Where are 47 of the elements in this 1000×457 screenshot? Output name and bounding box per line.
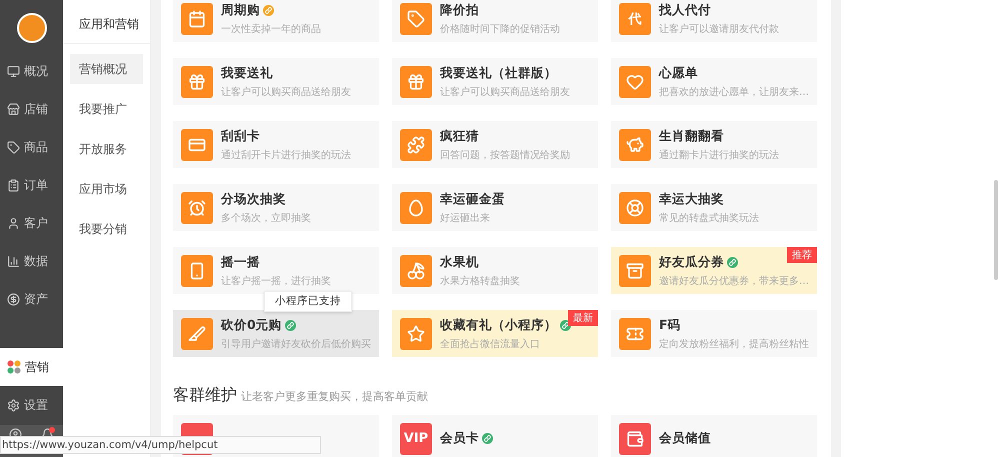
app-description: 一次性卖掉一年的商品 [221,22,321,36]
app-description: 常见的转盘式抽奖玩法 [659,212,759,224]
app-description: 价格随时间下降的促销活动 [440,22,560,36]
app-title: 我要送礼 [221,64,273,82]
app-description: 引导用户邀请好友砍价后低价购买 [221,338,371,350]
section-title: 客群维护 [173,385,237,406]
link-url-tooltip: https://www.youzan.com/v4/ump/helpcut [0,436,321,454]
app-description: 通过翻卡片进行抽奖的玩法 [659,148,779,162]
app-title: 水果机 [440,254,479,270]
icon-glyph: 代 [628,10,642,28]
app-description: 好运砸出来 [440,212,491,224]
app-description: 让客户可以购买商品送给朋友 [440,86,570,98]
app-title: 幸运砸金蛋 [440,190,505,208]
app-title: F码 [659,316,681,334]
app-title: 周期购 [221,2,260,18]
app-title: 我要送礼（社群版） [440,64,557,82]
corner-badge: 推荐 [787,247,817,263]
app-title: 刮刮卡 [221,128,260,144]
app-description: 让客户可以购买商品送给朋友 [221,86,351,98]
section-subtitle: 让老客户更多重复购买，提高客单贡献 [241,389,428,404]
app-description: 多个场次，立即抽奖 [221,212,311,224]
app-title: 幸运大抽奖 [659,190,724,208]
app-title: 降价拍 [440,2,479,18]
app-title: 摇一摇 [221,254,260,270]
app-title: 疯狂猜 [440,128,479,144]
app-description: 把喜欢的放进心愿单，让朋友来… [659,86,809,98]
tooltip: 小程序已支持 [264,291,352,312]
app-description: 水果方格转盘抽奖 [440,274,520,288]
app-title: 砍价0元购 [221,316,282,334]
app-title: 分场次抽奖 [221,190,286,208]
app-description: 让客户可以邀请朋友代付款 [659,22,779,36]
app-description: 让客户摇一摇，进行抽奖 [221,274,331,288]
app-title: 找人代付 [659,2,711,18]
app-description: 回答问题，按答题情况给奖励 [440,148,570,162]
app-title: 生肖翻翻看 [659,128,724,144]
subnav-title: 应用和营销 [63,0,150,44]
app-title: 会员储值 [659,430,711,447]
app-description: 通过刮开卡片进行抽奖的玩法 [221,148,351,162]
icon-glyph: VIP [404,431,428,446]
app-description: 邀请好友瓜分优惠券，带来更多… [659,274,809,288]
app-title: 心愿单 [659,64,698,82]
app-title: 收藏有礼（小程序） [440,316,557,334]
app-description: 定向发放粉丝福利，提高粉丝粘性 [659,338,809,350]
app-description: 全面抢占微信流量入口 [440,338,541,350]
app-title: 会员卡 [440,430,479,447]
corner-badge: 最新 [568,310,598,326]
app-title: 好友瓜分券 [659,254,724,270]
